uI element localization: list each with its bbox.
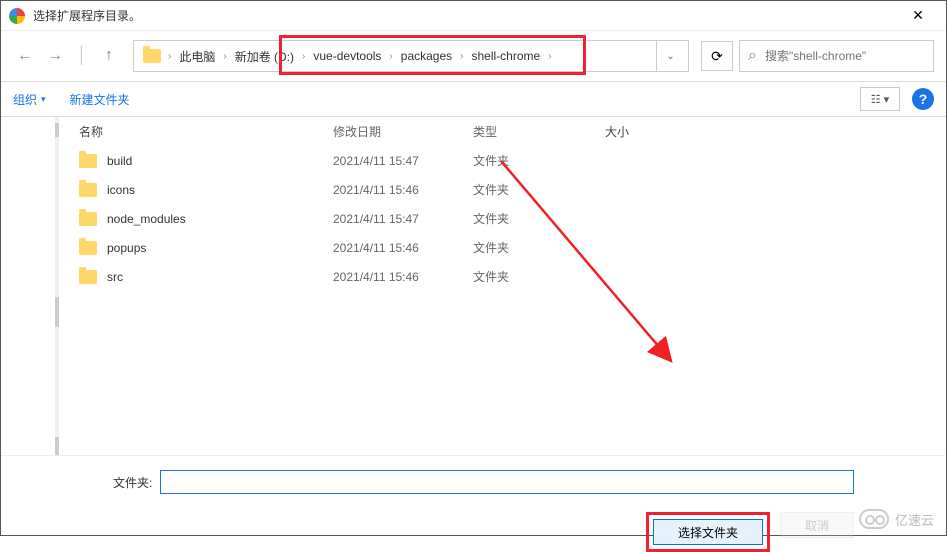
file-row[interactable]: node_modules 2021/4/11 15:47 文件夹 — [67, 204, 938, 233]
breadcrumb-item[interactable]: shell-chrome — [465, 49, 546, 63]
toolbar: 组织 ▾ 新建文件夹 ☷ ▾ ? — [1, 81, 946, 117]
file-name: node_modules — [107, 212, 186, 226]
separator: │ — [77, 47, 87, 65]
scrollbar-thumb[interactable] — [55, 437, 59, 457]
file-name: icons — [107, 183, 135, 197]
file-type: 文件夹 — [473, 268, 605, 285]
file-date: 2021/4/11 15:47 — [333, 154, 473, 168]
file-type: 文件夹 — [473, 239, 605, 256]
watermark-icon — [859, 509, 889, 529]
column-headers: 名称 修改日期 类型 大小 — [67, 117, 938, 146]
file-date: 2021/4/11 15:47 — [333, 212, 473, 226]
folder-icon — [79, 270, 97, 284]
col-header-name[interactable]: 名称 — [79, 123, 333, 140]
file-row[interactable]: icons 2021/4/11 15:46 文件夹 — [67, 175, 938, 204]
file-name: build — [107, 154, 132, 168]
breadcrumb-bar[interactable]: › 此电脑 › 新加卷 (D:) › vue-devtools › packag… — [133, 40, 689, 72]
col-header-size[interactable]: 大小 — [605, 123, 685, 140]
folder-icon — [79, 183, 97, 197]
close-button[interactable]: ✕ — [898, 2, 938, 30]
window-title: 选择扩展程序目录。 — [33, 7, 898, 24]
search-input[interactable] — [765, 49, 925, 63]
file-date: 2021/4/11 15:46 — [333, 241, 473, 255]
file-row[interactable]: popups 2021/4/11 15:46 文件夹 — [67, 233, 938, 262]
file-type: 文件夹 — [473, 210, 605, 227]
scrollbar-thumb[interactable] — [55, 297, 59, 327]
chevron-right-icon[interactable]: › — [300, 51, 307, 62]
view-mode-button[interactable]: ☷ ▾ — [860, 87, 900, 111]
folder-icon — [142, 46, 162, 66]
chevron-right-icon[interactable]: › — [546, 51, 553, 62]
file-row[interactable]: build 2021/4/11 15:47 文件夹 — [67, 146, 938, 175]
sidebar[interactable] — [1, 117, 59, 457]
folder-label: 文件夹: — [113, 474, 152, 491]
chevron-right-icon[interactable]: › — [221, 51, 228, 62]
back-button[interactable]: ← — [13, 44, 37, 68]
folder-icon — [79, 154, 97, 168]
search-box[interactable]: ⌕ — [739, 40, 934, 72]
file-name: src — [107, 270, 123, 284]
file-date: 2021/4/11 15:46 — [333, 183, 473, 197]
breadcrumb-item[interactable]: 此电脑 — [173, 48, 221, 65]
folder-icon — [79, 241, 97, 255]
file-row[interactable]: src 2021/4/11 15:46 文件夹 — [67, 262, 938, 291]
file-type: 文件夹 — [473, 181, 605, 198]
breadcrumb-item[interactable]: 新加卷 (D:) — [229, 48, 300, 65]
refresh-button[interactable]: ⟳ — [701, 41, 733, 71]
breadcrumb-item[interactable]: vue-devtools — [307, 49, 387, 63]
new-folder-button[interactable]: 新建文件夹 — [70, 91, 130, 108]
chevron-right-icon[interactable]: › — [387, 51, 394, 62]
scrollbar-thumb[interactable] — [55, 123, 59, 137]
breadcrumb-dropdown[interactable]: ⌄ — [656, 41, 684, 71]
annotation-highlight-box: 选择文件夹 — [646, 512, 770, 552]
search-icon: ⌕ — [748, 47, 757, 65]
watermark: 亿速云 — [859, 509, 934, 529]
breadcrumb-item[interactable]: packages — [395, 49, 458, 63]
chevron-down-icon: ▾ — [41, 94, 46, 105]
cancel-button[interactable]: 取消 — [780, 512, 854, 538]
help-button[interactable]: ? — [912, 88, 934, 110]
up-button[interactable]: ↑ — [97, 44, 121, 68]
select-folder-button[interactable]: 选择文件夹 — [653, 519, 763, 545]
folder-name-input[interactable] — [160, 470, 854, 494]
file-name: popups — [107, 241, 146, 255]
col-header-type[interactable]: 类型 — [473, 123, 605, 140]
forward-button[interactable]: → — [43, 44, 67, 68]
watermark-text: 亿速云 — [895, 510, 934, 529]
file-list: 名称 修改日期 类型 大小 build 2021/4/11 15:47 文件夹 … — [59, 117, 946, 457]
organize-button[interactable]: 组织 ▾ — [13, 91, 46, 108]
titlebar: 选择扩展程序目录。 ✕ — [1, 1, 946, 31]
bottom-panel: 文件夹: 选择文件夹 取消 — [1, 455, 946, 535]
file-type: 文件夹 — [473, 152, 605, 169]
nav-row: ← → │ ↑ › 此电脑 › 新加卷 (D:) › vue-devtools … — [1, 31, 946, 81]
chrome-icon — [9, 8, 25, 24]
chevron-right-icon[interactable]: › — [166, 51, 173, 62]
folder-icon — [79, 212, 97, 226]
main-area: 名称 修改日期 类型 大小 build 2021/4/11 15:47 文件夹 … — [1, 117, 946, 457]
file-date: 2021/4/11 15:46 — [333, 270, 473, 284]
col-header-date[interactable]: 修改日期 — [333, 123, 473, 140]
chevron-right-icon[interactable]: › — [458, 51, 465, 62]
